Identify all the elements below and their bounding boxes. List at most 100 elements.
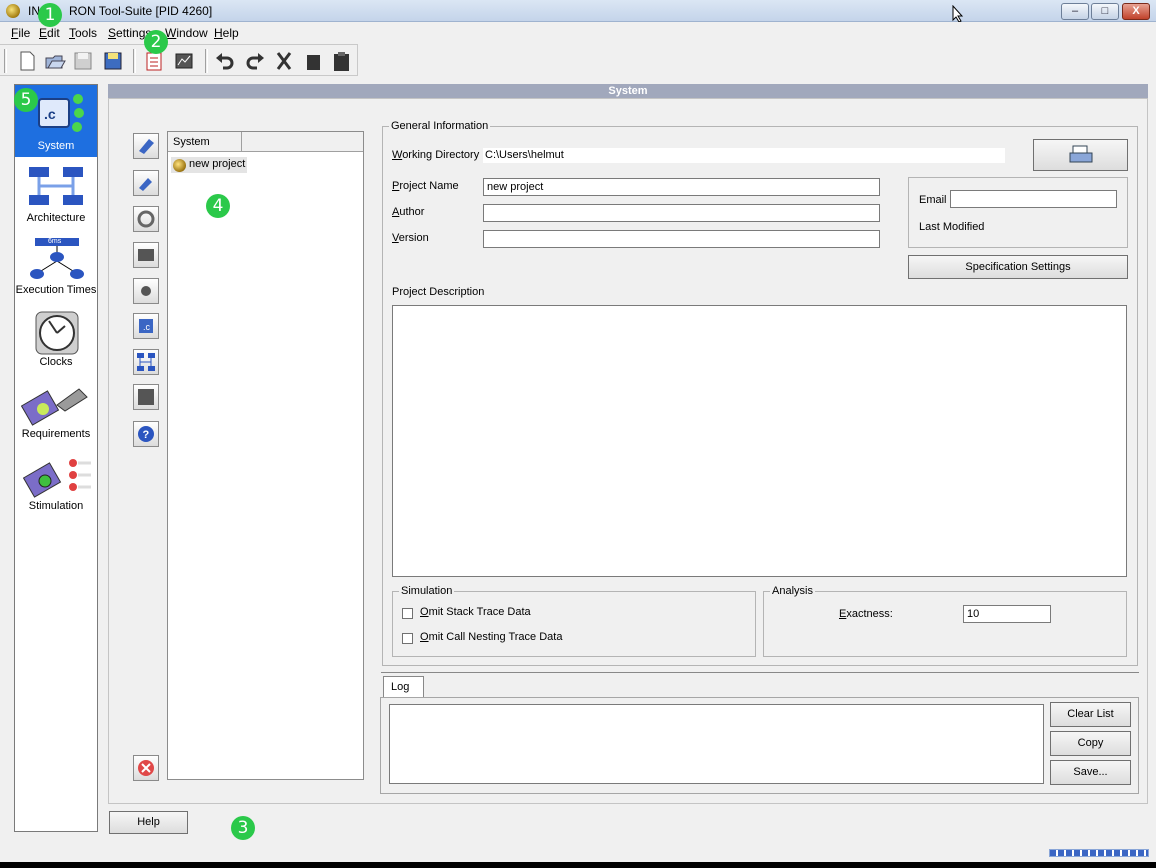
analysis-group: Analysis — [763, 585, 1127, 657]
network-icon — [137, 353, 155, 371]
svg-text:?: ? — [143, 429, 150, 441]
omit-stack-label: Omit Stack Trace Data — [420, 606, 531, 618]
group-legend: Simulation — [401, 585, 453, 597]
sidebar-item-label: Clocks — [39, 356, 73, 368]
refresh-icon — [137, 210, 155, 228]
menu-window[interactable]: Window — [165, 26, 208, 40]
pencil-icon — [139, 178, 152, 191]
project-tree[interactable]: System new project — [167, 131, 364, 780]
toolbar-separator — [133, 49, 136, 73]
help-button[interactable]: Help — [109, 811, 188, 834]
progress-indicator — [1049, 849, 1149, 857]
tab-log[interactable]: Log — [383, 676, 424, 698]
exactness-input[interactable]: 10 — [963, 605, 1051, 623]
paste-icon[interactable] — [330, 50, 352, 72]
edit-element-button[interactable] — [133, 170, 159, 196]
requirements-icon — [21, 388, 88, 426]
menu-file[interactable]: File — [11, 26, 30, 40]
stimulation-icon — [23, 459, 91, 498]
project-icon — [173, 159, 186, 172]
report-icon[interactable] — [173, 50, 195, 72]
copy-button[interactable]: Copy — [1050, 731, 1131, 756]
dot-icon — [141, 286, 151, 296]
mouse-cursor-icon — [952, 5, 964, 23]
add-element-button[interactable] — [133, 133, 159, 159]
tree-node[interactable]: new project — [171, 157, 248, 173]
omit-stack-checkbox[interactable] — [402, 608, 413, 619]
version-input[interactable] — [483, 230, 880, 248]
sidebar-item-execution-times[interactable]: 6ms Execution Times — [15, 229, 97, 301]
save-button[interactable]: Save... — [1050, 760, 1131, 785]
callout-badge-5: 5 — [14, 88, 38, 112]
copy-icon[interactable] — [302, 50, 324, 72]
sidebar-item-label: Architecture — [26, 212, 86, 224]
save-icon[interactable] — [72, 50, 94, 72]
svg-text:.c: .c — [143, 322, 151, 332]
printer-icon — [1069, 145, 1092, 163]
menu-tools[interactable]: Tools — [69, 26, 97, 40]
delete-icon — [138, 760, 154, 776]
project-name-label: Project Name — [392, 180, 459, 192]
navigation-sidebar: .c System Architecture 6ms Execution Tim… — [14, 84, 98, 832]
tree-column-header[interactable]: System — [168, 132, 242, 152]
help-icon: ? — [138, 426, 154, 442]
working-directory-value: C:\Users\helmut — [483, 148, 1005, 163]
circle-tool-button[interactable] — [133, 278, 159, 304]
open-file-icon[interactable] — [44, 50, 66, 72]
print-button[interactable] — [1033, 139, 1128, 171]
project-description-label: Project Description — [392, 286, 485, 298]
new-file-icon[interactable] — [16, 50, 38, 72]
group-legend: Analysis — [772, 585, 813, 597]
delete-button[interactable] — [133, 755, 159, 781]
omit-call-nesting-checkbox[interactable] — [402, 633, 413, 644]
undo-icon[interactable] — [214, 50, 236, 72]
sidebar-item-clocks[interactable]: Clocks — [15, 301, 97, 373]
tree-node-label: new project — [189, 158, 246, 170]
c-file-icon: .c — [139, 319, 153, 333]
redo-icon[interactable] — [244, 50, 266, 72]
omit-call-nesting-label: Omit Call Nesting Trace Data — [420, 631, 563, 643]
specification-settings-button[interactable]: Specification Settings — [908, 255, 1128, 279]
page-title: System — [108, 84, 1148, 98]
project-description-textarea[interactable] — [392, 305, 1127, 577]
minimize-button[interactable]: – — [1061, 3, 1089, 20]
system-icon: .c — [38, 94, 84, 132]
sidebar-item-requirements[interactable]: Requirements — [15, 373, 97, 445]
sidebar-item-stimulation[interactable]: Stimulation — [15, 445, 97, 517]
email-input[interactable] — [950, 190, 1117, 208]
email-label: Email — [919, 194, 947, 206]
project-name-input[interactable]: new project — [483, 178, 880, 196]
cut-icon[interactable] — [273, 50, 295, 72]
help-tool-button[interactable]: ? — [133, 421, 159, 447]
maximize-button[interactable]: □ — [1091, 3, 1119, 20]
refresh-button[interactable] — [133, 206, 159, 232]
log-list[interactable] — [389, 704, 1044, 784]
app-icon — [6, 4, 20, 18]
callout-badge-4: 4 — [206, 194, 230, 218]
toolbar-grip — [4, 49, 7, 73]
menu-edit[interactable]: Edit — [39, 26, 60, 40]
sidebar-item-label: System — [37, 140, 75, 152]
simulation-group: Simulation — [392, 585, 756, 657]
taskbar-edge — [0, 862, 1156, 868]
c-file-button[interactable]: .c — [133, 313, 159, 339]
author-input[interactable] — [483, 204, 880, 222]
sidebar-item-architecture[interactable]: Architecture — [15, 157, 97, 229]
clear-list-button[interactable]: Clear List — [1050, 702, 1131, 727]
menu-help[interactable]: Help — [214, 26, 239, 40]
network-button[interactable] — [133, 349, 159, 375]
save-all-icon[interactable] — [102, 50, 124, 72]
rectangle-tool-button[interactable] — [133, 242, 159, 268]
working-directory-label: Working Directory — [392, 149, 480, 161]
title-bar: IN RON Tool-Suite [PID 4260] – □ X — [0, 0, 1156, 23]
rectangle-icon — [138, 249, 154, 261]
close-button[interactable]: X — [1122, 3, 1150, 20]
divider — [381, 672, 1139, 673]
exactness-label: Exactness: — [839, 608, 893, 620]
contact-box — [908, 177, 1128, 248]
callout-badge-1: 1 — [38, 3, 62, 27]
block-button[interactable] — [133, 384, 159, 410]
execution-time-badge: 6ms — [48, 238, 62, 245]
version-label: Version — [392, 232, 429, 244]
sidebar-item-label: Stimulation — [28, 500, 84, 512]
